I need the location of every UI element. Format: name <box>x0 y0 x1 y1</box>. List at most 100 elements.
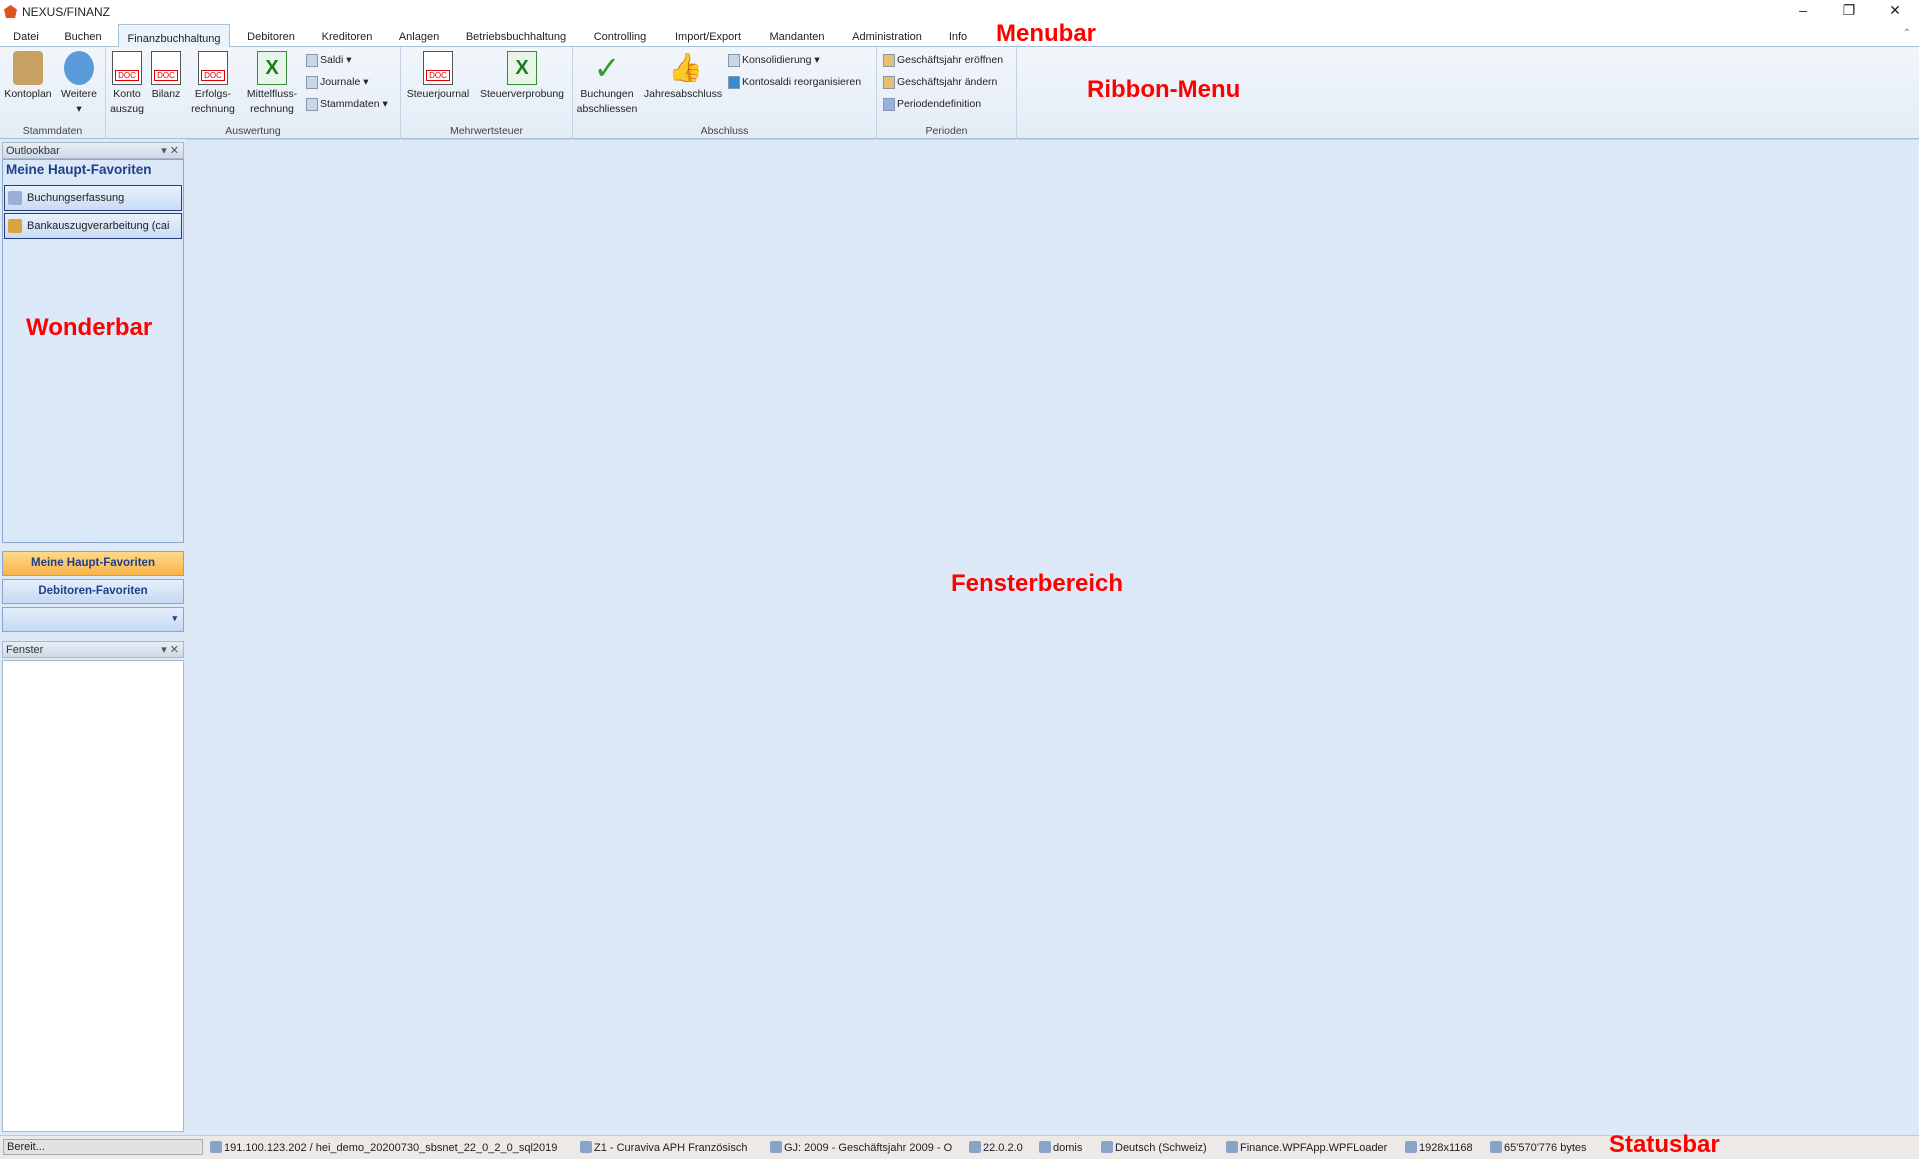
thumbs-up-icon: 👍 <box>668 52 703 83</box>
booking-icon <box>8 191 22 205</box>
status-version: 22.0.2.0 <box>969 1141 1023 1154</box>
saldi-dropdown[interactable]: Saldi ▾ <box>306 51 352 69</box>
mandant-icon <box>580 1141 592 1153</box>
annotation-menubar: Menubar <box>996 20 1097 47</box>
steuerverprobung-button[interactable]: X Steuerverprobung <box>475 51 569 102</box>
app-icon <box>1226 1141 1238 1153</box>
doc-icon <box>112 51 142 85</box>
status-memory: 65'570'776 bytes <box>1490 1141 1587 1154</box>
reorganize-icon <box>728 75 740 89</box>
tab-kreditoren[interactable]: Kreditoren <box>316 28 378 47</box>
stammdaten-dropdown[interactable]: Stammdaten ▾ <box>306 95 388 113</box>
user-icon <box>1039 1141 1051 1153</box>
ribbon-minimize-icon[interactable]: ⌃ <box>1903 28 1911 39</box>
bank-icon <box>8 219 22 233</box>
tab-buchen[interactable]: Buchen <box>58 28 108 47</box>
tab-debitoren[interactable]: Debitoren <box>240 28 302 47</box>
periodendefinition-button[interactable]: Periodendefinition <box>883 95 981 113</box>
group-label: Perioden <box>925 125 968 137</box>
fenster-list <box>2 660 184 1132</box>
minimize-button[interactable]: – <box>1788 2 1818 18</box>
annotation-fensterbereich: Fensterbereich <box>951 570 1124 597</box>
konsolidierung-icon <box>728 53 740 67</box>
weitere-button[interactable]: Weitere ▾ <box>56 51 102 117</box>
steuerjournal-button[interactable]: Steuerjournal <box>404 51 472 102</box>
list-item[interactable]: Bankauszugverarbeitung (cai <box>4 213 182 239</box>
database-icon <box>210 1141 222 1153</box>
status-loader: Finance.WPFApp.WPFLoader <box>1226 1141 1387 1154</box>
group-auswertung: Konto auszug Bilanz Erfolgs- rechnung XM… <box>106 47 401 139</box>
group-stammdaten: Kontoplan Weitere ▾ Stammdaten <box>0 47 106 139</box>
restore-button[interactable]: ❐ <box>1834 2 1864 19</box>
doc-icon <box>151 51 181 85</box>
calendar-edit-icon <box>883 75 895 89</box>
geschaeftsjahr-eroeffnen-button[interactable]: Geschäftsjahr eröffnen <box>883 51 1003 69</box>
menubar: Datei Buchen Finanzbuchhaltung Debitoren… <box>0 24 1919 48</box>
doc-icon <box>198 51 228 85</box>
tab-betriebsbuchhaltung[interactable]: Betriebsbuchhaltung <box>460 28 572 47</box>
language-icon <box>1101 1141 1113 1153</box>
title-bar: NEXUS/FINANZ – ❐ ✕ <box>0 0 1919 24</box>
checkmark-icon: ✓ <box>593 50 621 86</box>
nav-debitoren-favoriten[interactable]: Debitoren-Favoriten <box>2 579 184 604</box>
monitor-icon <box>1405 1141 1417 1153</box>
window-area <box>186 139 1919 1134</box>
tab-datei[interactable]: Datei <box>6 28 46 47</box>
kontoplan-button[interactable]: Kontoplan <box>2 51 54 102</box>
status-user: domis <box>1039 1141 1082 1154</box>
tab-administration[interactable]: Administration <box>846 28 928 47</box>
doc-small-icon <box>306 75 318 89</box>
konto-auszug-button[interactable]: Konto auszug <box>110 51 144 117</box>
calendar-add-icon <box>883 53 895 67</box>
bilanz-button[interactable]: Bilanz <box>150 51 182 102</box>
status-server: 191.100.123.202 / hei_demo_20200730_sbsn… <box>210 1141 557 1154</box>
jahresabschluss-button[interactable]: 👍 Jahresabschluss <box>643 51 723 102</box>
group-label: Abschluss <box>700 125 749 137</box>
calendar-icon <box>770 1141 782 1153</box>
status-mandant: Z1 - Curaviva APH Französisch <box>580 1141 747 1154</box>
list-item[interactable]: Buchungserfassung <box>4 185 182 211</box>
status-language: Deutsch (Schweiz) <box>1101 1141 1207 1154</box>
status-text: Bereit... <box>3 1139 203 1155</box>
version-icon <box>969 1141 981 1153</box>
nav-meine-haupt-favoriten[interactable]: Meine Haupt-Favoriten <box>2 551 184 576</box>
annotation-statusbar: Statusbar <box>1609 1131 1720 1158</box>
nav-overflow-button[interactable]: ▾ <box>2 607 184 632</box>
excel-icon: X <box>507 51 537 85</box>
buchungen-abschliessen-button[interactable]: ✓ Buchungen abschliessen <box>575 51 639 117</box>
tab-mandanten[interactable]: Mandanten <box>762 28 832 47</box>
erfolgsrechnung-button[interactable]: Erfolgs- rechnung <box>188 51 238 117</box>
doc-small-icon <box>306 53 318 67</box>
panel-controls[interactable]: ▾ ✕ <box>161 643 179 656</box>
mittelflussrechnung-button[interactable]: X Mittelfluss- rechnung <box>242 51 302 117</box>
group-perioden: Geschäftsjahr eröffnen Geschäftsjahr änd… <box>877 47 1017 139</box>
annotation-ribbon: Ribbon-Menu <box>1087 76 1241 103</box>
konsolidierung-dropdown[interactable]: Konsolidierung ▾ <box>728 51 820 69</box>
status-resolution: 1928x1168 <box>1405 1141 1473 1154</box>
excel-icon: X <box>257 51 287 85</box>
panel-controls[interactable]: ▾ ✕ <box>161 144 179 157</box>
splitter-handle[interactable]: ····· <box>83 538 96 547</box>
tab-controlling[interactable]: Controlling <box>586 28 654 47</box>
tab-import-export[interactable]: Import/Export <box>668 28 748 47</box>
group-label: Auswertung <box>225 125 281 137</box>
period-icon <box>883 97 895 111</box>
memory-icon <box>1490 1141 1502 1153</box>
geschaeftsjahr-aendern-button[interactable]: Geschäftsjahr ändern <box>883 73 997 91</box>
wonderbar-group-title: Meine Haupt-Favoriten <box>6 162 152 177</box>
ribbon: Kontoplan Weitere▾ Stammdaten Konto ausz… <box>0 47 1919 139</box>
group-abschluss: ✓ Buchungen abschliessen 👍 Jahresabschluss… <box>573 47 877 139</box>
tab-finanzbuchhaltung[interactable]: Finanzbuchhaltung <box>118 24 230 48</box>
close-button[interactable]: ✕ <box>1880 2 1910 19</box>
app-title: NEXUS/FINANZ <box>22 5 111 19</box>
kontosaldi-reorganisieren-button[interactable]: Kontosaldi reorganisieren <box>728 73 861 91</box>
app-logo-icon <box>4 5 17 18</box>
tab-info[interactable]: Info <box>940 28 976 47</box>
fenster-header: Fenster ▾ ✕ <box>2 641 184 658</box>
tab-anlagen[interactable]: Anlagen <box>392 28 446 47</box>
doc-small-icon <box>306 97 318 111</box>
group-mehrwertsteuer: Steuerjournal XSteuerverprobung Mehrwert… <box>401 47 573 139</box>
doc-icon <box>423 51 453 85</box>
journale-dropdown[interactable]: Journale ▾ <box>306 73 368 91</box>
card-file-icon <box>13 51 43 85</box>
